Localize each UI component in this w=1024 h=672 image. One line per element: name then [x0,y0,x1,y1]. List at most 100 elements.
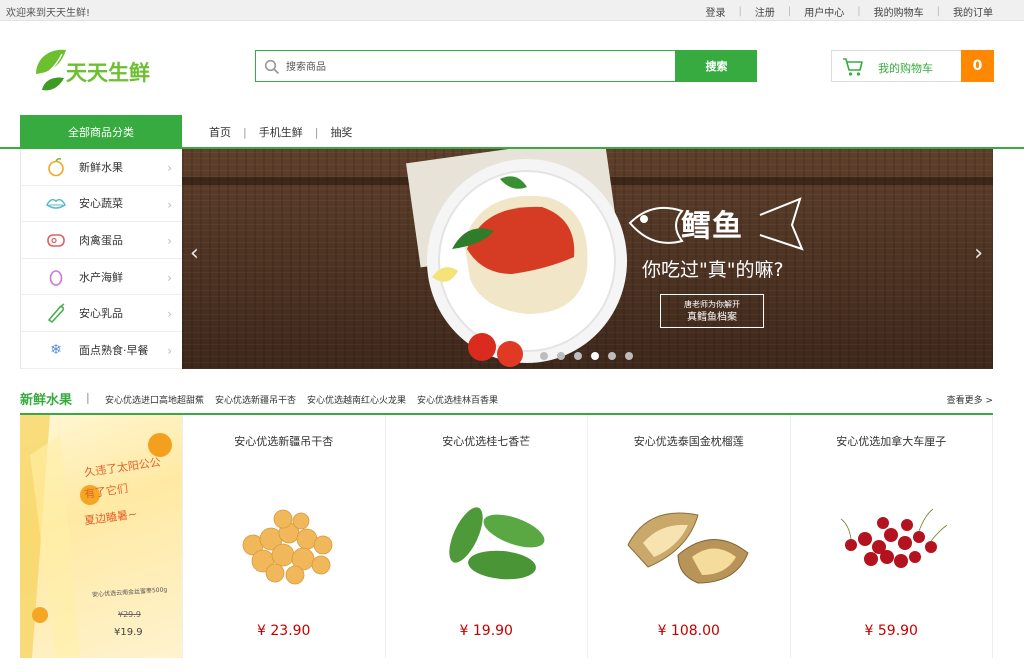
nav-lottery[interactable]: 抽奖 [330,124,352,140]
sub-link-passionfruit[interactable]: 安心优选桂林百香果 [417,393,498,406]
chevron-right-icon: › [167,161,172,175]
search-input[interactable] [286,57,666,77]
divider: | [243,125,247,139]
divider: | [857,6,861,17]
chevron-right-icon: › [167,307,172,322]
sidebar-item-dairy[interactable]: 安心乳品 › [21,295,182,332]
durian-image [627,512,749,584]
promo-old-price: ¥29.9 [118,610,141,619]
sidebar-item-label: 肉禽蛋品 [79,233,123,247]
banner-dot[interactable] [574,352,582,360]
product-name: 安心优选加拿大车厘子 [836,435,947,448]
promo-banner[interactable]: 久违了太阳公公 有了它们 夏边瞌暑~ 安心优选云南金丝蜜枣500g ¥29.9 … [20,415,182,658]
section-title: 新鲜水果 [20,393,73,408]
category-sidebar: 新鲜水果 › 安心蔬菜 › 肉禽蛋品 › 水产海鲜 › 安心乳品 › ❄ 面点熟… [20,149,182,369]
cherry-image [840,508,947,568]
sub-link-banana[interactable]: 安心优选进口高地超甜蕉 [105,393,204,406]
product-name: 安心优选桂七香芒 [442,435,531,448]
milk-icon [45,302,67,324]
promo-fruit-illustration [20,415,172,658]
sidebar-item-label: 水产海鲜 [79,270,123,284]
top-links: 登录 | 注册 | 用户中心 | 我的购物车 | 我的订单 [706,4,994,19]
product-card[interactable]: 安心优选加拿大车厘子 ¥ 59.90 [789,415,993,658]
banner-next-arrow-icon[interactable]: › [974,241,983,266]
divider: | [86,391,90,404]
banner-dot[interactable] [625,352,633,360]
banner-dot-active[interactable] [591,352,599,360]
product-price: ¥ 23.90 [257,623,311,639]
product-card[interactable]: 安心优选泰国金枕榴莲 ¥ 108.00 [587,415,790,658]
cart-label: 我的购物车 [878,62,933,75]
banner-pagination [540,352,642,360]
section-sub-links: 安心优选进口高地超甜蕉 安心优选新疆吊干杏 安心优选越南红心火龙果 安心优选桂林… [105,393,509,406]
banner-fish-name: 鳕鱼 [681,209,743,244]
cart-widget[interactable]: 我的购物车 0 [831,50,994,82]
divider: | [936,6,940,17]
view-more-link[interactable]: 查看更多 > [947,393,993,406]
product-name: 安心优选新疆吊干杏 [234,435,334,448]
sidebar-item-label: 安心乳品 [79,307,123,321]
all-categories-button[interactable]: 全部商品分类 [20,115,182,148]
fish-dish-illustration [406,149,804,367]
orange-icon [45,156,67,178]
banner-tag: 唐老师为你解开 真鳕鱼档案 [660,294,764,328]
divider: | [314,125,319,139]
product-price: ¥ 19.90 [459,623,513,639]
hero-banner[interactable]: 鳕鱼 你吃过"真"的嘛? 唐老师为你解开 真鳕鱼档案 ‹ › [182,149,993,369]
product-grid: 安心优选新疆吊干杏 ¥ 23.90 安心优选桂七香芒 ¥ 19.90 安心优选泰… [182,415,993,658]
banner-tag-line2: 真鳕鱼档案 [687,312,737,323]
login-link[interactable]: 登录 [706,4,726,19]
product-price: ¥ 108.00 [657,623,720,639]
chevron-right-icon: › [167,197,172,212]
fruit-section-header: 新鲜水果 | 安心优选进口高地超甜蕉 安心优选新疆吊干杏 安心优选越南红心火龙果… [20,389,993,415]
sub-link-dragonfruit[interactable]: 安心优选越南红心火龙果 [307,393,406,406]
nav-mobile-fresh[interactable]: 手机生鲜 [259,124,303,140]
my-orders-link[interactable]: 我的订单 [953,4,993,19]
product-card[interactable]: 安心优选新疆吊干杏 ¥ 23.90 [182,415,385,658]
search-box [255,50,676,82]
search-button[interactable]: 搜索 [676,50,757,82]
search-bar: 搜索 [255,50,757,82]
banner-dot[interactable] [557,352,565,360]
site-logo[interactable]: 天天生鲜 [32,44,162,96]
shopping-cart-icon [843,58,863,76]
user-center-link[interactable]: 用户中心 [804,4,844,19]
snowflake-icon: ❄ [50,341,62,358]
chevron-right-icon: › [167,270,172,285]
banner-headline: 你吃过"真"的嘛? [642,259,784,281]
meat-icon [45,229,67,251]
sub-link-apricot[interactable]: 安心优选新疆吊干杏 [215,393,296,406]
sidebar-item-fruit[interactable]: 新鲜水果 › [21,149,182,186]
product-price: ¥ 59.90 [864,623,918,639]
main-nav: 首页 | 手机生鲜 | 抽奖 [209,124,352,140]
chevron-right-icon: › [167,343,172,358]
sidebar-item-meat[interactable]: 肉禽蛋品 › [21,222,182,259]
cart-count-badge: 0 [961,50,994,82]
register-link[interactable]: 注册 [755,4,775,19]
sidebar-item-vegetable[interactable]: 安心蔬菜 › [21,186,182,223]
banner-dot[interactable] [608,352,616,360]
divider: | [787,6,792,17]
promo-new-price: ¥19.9 [114,627,143,638]
welcome-text: 欢迎来到天天生鲜! [6,8,91,19]
leaf-logo-icon: 天天生鲜 [36,49,150,91]
vegetable-icon [45,192,67,214]
logo-text: 天天生鲜 [66,61,150,85]
chevron-right-icon: › [167,234,172,249]
mango-image [448,507,544,580]
product-name: 安心优选泰国金枕榴莲 [633,435,744,448]
sidebar-item-seafood[interactable]: 水产海鲜 › [21,259,182,296]
nav-home[interactable]: 首页 [209,124,231,140]
sidebar-item-label: 面点熟食·早餐 [79,343,149,357]
sidebar-item-label: 新鲜水果 [79,160,123,174]
banner-prev-arrow-icon[interactable]: ‹ [190,241,199,266]
banner-tag-line1: 唐老师为你解开 [684,300,740,309]
sidebar-item-bakery[interactable]: ❄ 面点熟食·早餐 › [21,332,182,369]
sidebar-item-label: 安心蔬菜 [79,197,123,211]
my-cart-link[interactable]: 我的购物车 [874,4,924,19]
seafood-icon [45,266,67,288]
top-bar: 欢迎来到天天生鲜! 登录 | 注册 | 用户中心 | 我的购物车 | 我的订单 [0,0,1024,21]
banner-dot[interactable] [540,352,548,360]
divider: | [738,6,742,17]
product-card[interactable]: 安心优选桂七香芒 ¥ 19.90 [384,415,588,658]
